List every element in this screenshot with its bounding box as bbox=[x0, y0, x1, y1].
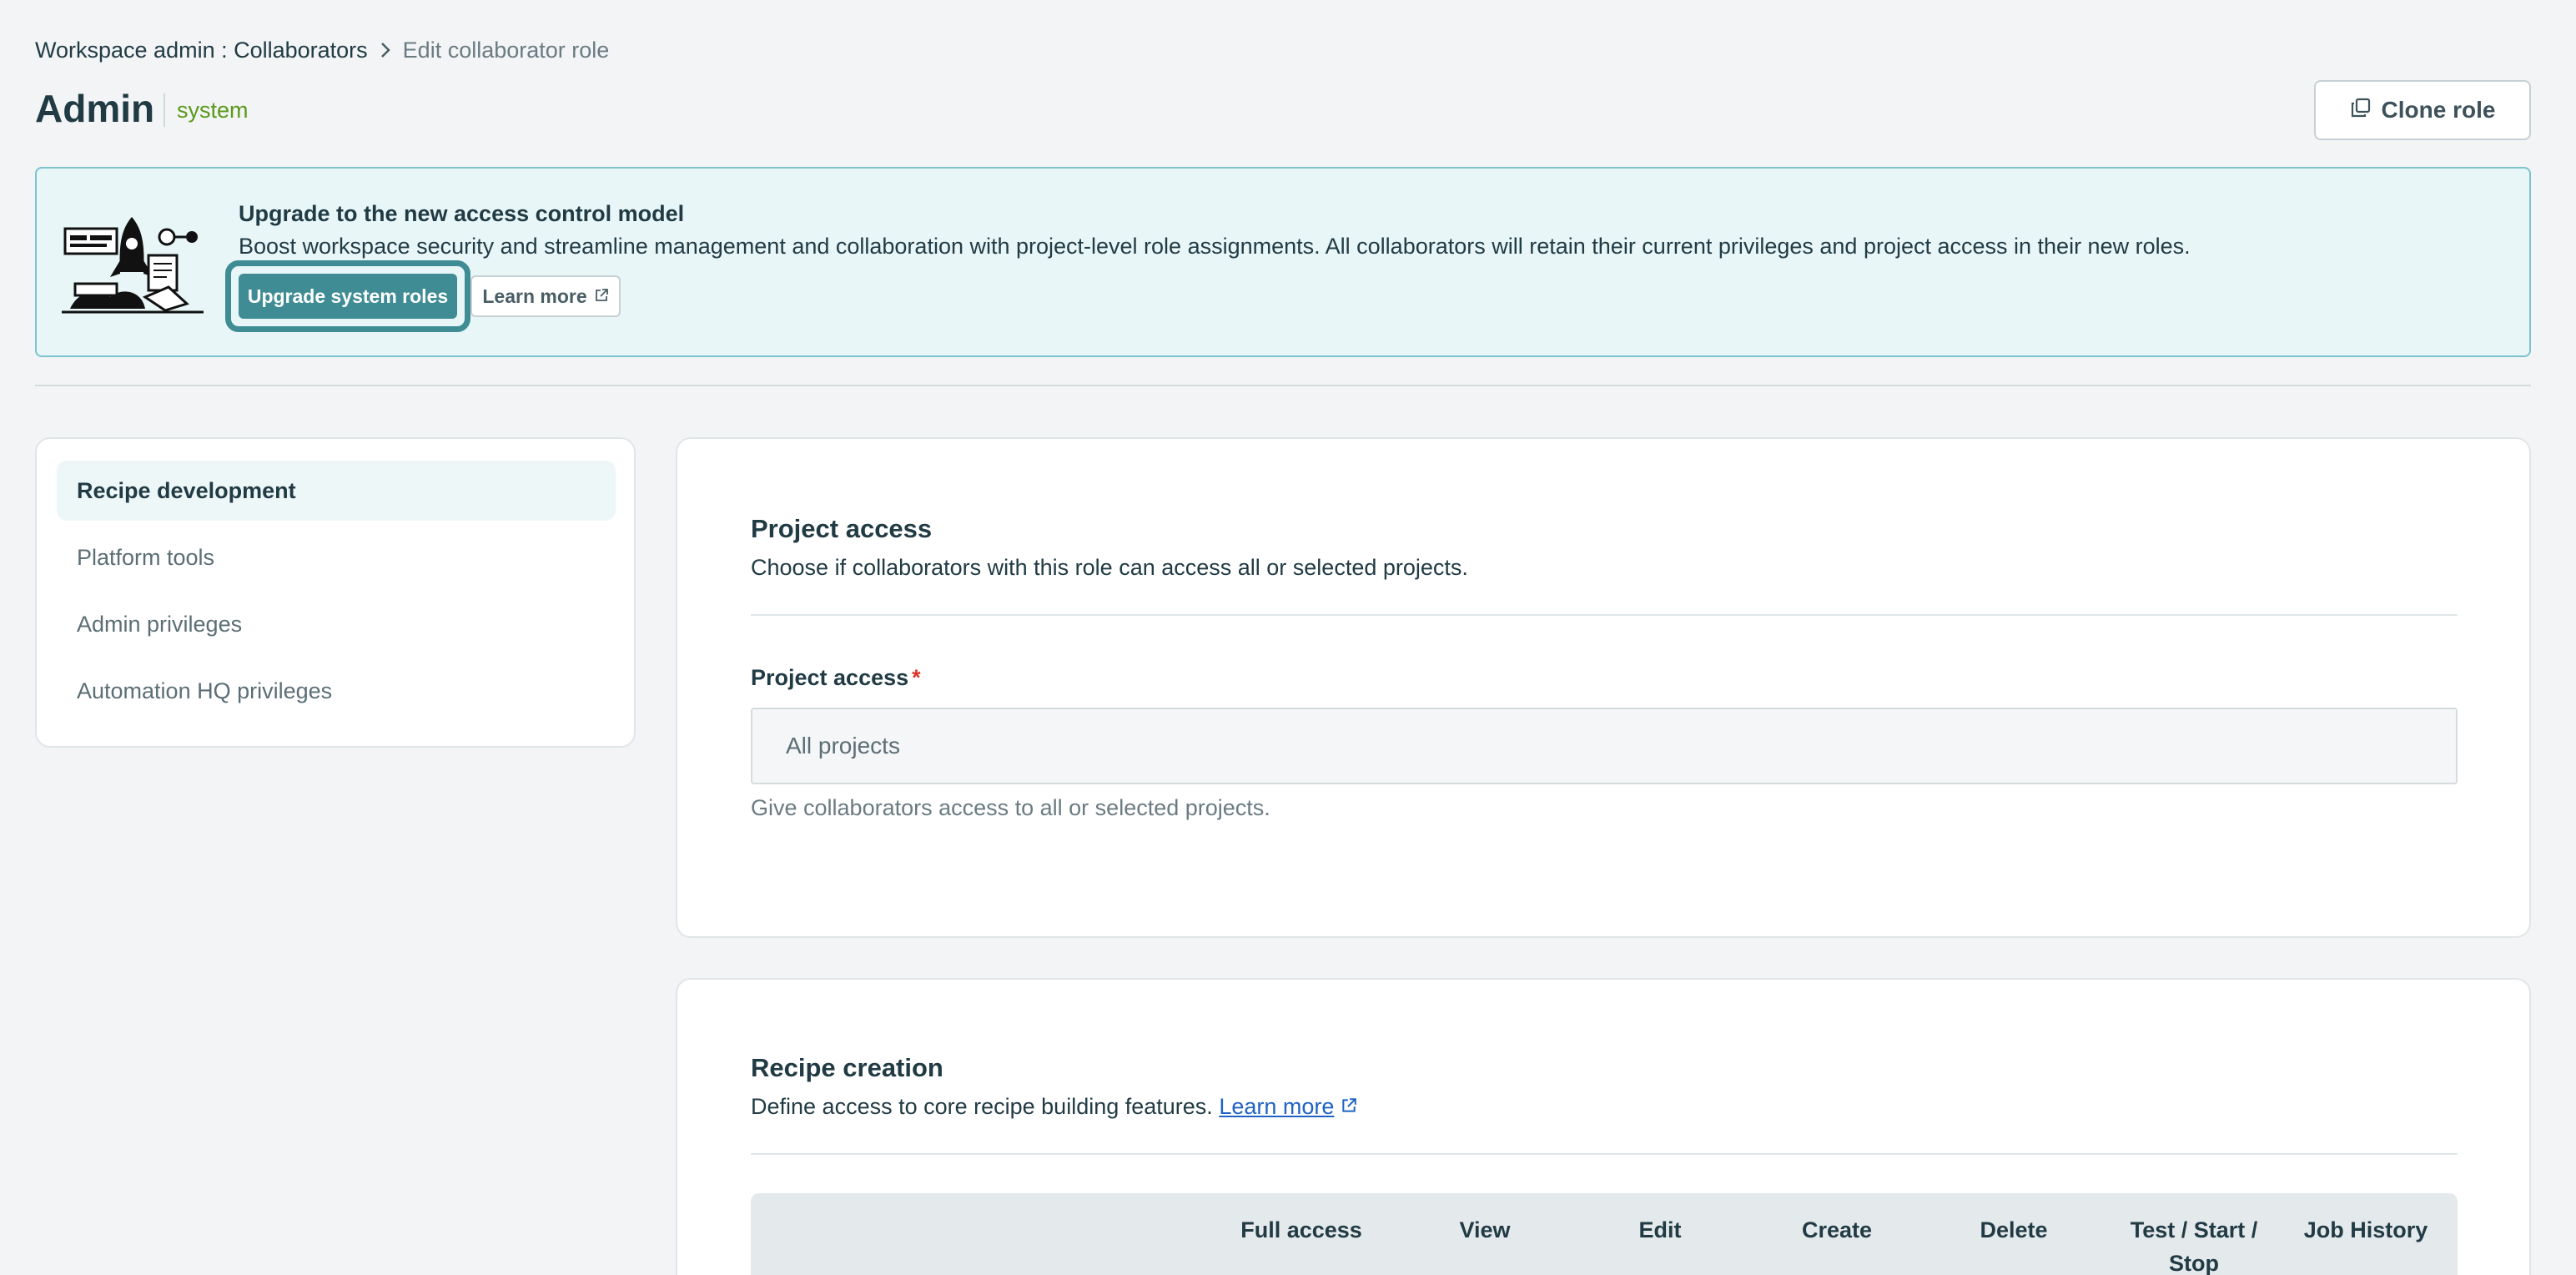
breadcrumb: Workspace admin : Collaborators Edit col… bbox=[35, 35, 609, 65]
column-header-test-start-stop: Test / Start / Stop bbox=[2130, 1217, 2258, 1275]
breadcrumb-current: Edit collaborator role bbox=[402, 37, 610, 63]
banner-learn-more-label: Learn more bbox=[482, 285, 587, 307]
banner-body: Boost workspace security and streamline … bbox=[239, 234, 2191, 259]
sidebar-item-recipe-development[interactable]: Recipe development bbox=[57, 461, 616, 521]
external-link-icon bbox=[594, 285, 609, 308]
banner-learn-more-button[interactable]: Learn more bbox=[470, 275, 621, 317]
clone-role-label: Clone role bbox=[2381, 97, 2496, 123]
recipe-creation-description-text: Define access to core recipe building fe… bbox=[751, 1094, 1213, 1119]
recipe-learn-more-link[interactable]: Learn more bbox=[1219, 1094, 1334, 1119]
recipe-creation-title: Recipe creation bbox=[751, 1053, 943, 1082]
column-header-create: Create bbox=[1801, 1217, 1873, 1242]
banner-title: Upgrade to the new access control model bbox=[239, 201, 685, 226]
chevron-right-icon bbox=[380, 41, 391, 59]
permissions-table-header: Full access View Edit Create Delete Test… bbox=[751, 1193, 2458, 1275]
project-access-field-label: Project access * bbox=[751, 663, 921, 693]
project-access-description: Choose if collaborators with this role c… bbox=[751, 555, 1468, 580]
breadcrumb-parent-link[interactable]: Workspace admin : Collaborators bbox=[35, 38, 368, 63]
page-title: Admin bbox=[35, 87, 155, 130]
project-access-select[interactable]: All projects bbox=[751, 708, 2458, 784]
project-access-card: Project access Choose if collaborators w… bbox=[676, 437, 2531, 938]
column-header-job-history: Job History bbox=[2303, 1217, 2428, 1242]
recipe-creation-card: Recipe creation Define access to core re… bbox=[676, 978, 2531, 1275]
rocket-illustration bbox=[62, 210, 204, 317]
clone-role-button[interactable]: Clone role bbox=[2314, 80, 2531, 140]
sidebar-item-platform-tools[interactable]: Platform tools bbox=[57, 527, 616, 587]
sidebar-item-admin-privileges[interactable]: Admin privileges bbox=[57, 594, 616, 654]
section-divider bbox=[751, 1153, 2458, 1155]
external-link-icon bbox=[1341, 1094, 1357, 1119]
column-header-full-access: Full access bbox=[1240, 1217, 1362, 1242]
page-divider bbox=[35, 385, 2531, 386]
recipe-creation-description: Define access to core recipe building fe… bbox=[751, 1091, 1357, 1121]
column-header-view: View bbox=[1459, 1217, 1511, 1242]
upgrade-banner: Upgrade to the new access control model … bbox=[35, 167, 2531, 357]
title-divider bbox=[164, 93, 165, 127]
section-divider bbox=[751, 614, 2458, 616]
project-access-hint: Give collaborators access to all or sele… bbox=[751, 795, 1270, 820]
column-header-delete: Delete bbox=[1980, 1217, 2048, 1242]
required-marker: * bbox=[912, 665, 921, 690]
sidebar-nav: Recipe development Platform tools Admin … bbox=[35, 437, 636, 748]
system-badge: system bbox=[177, 98, 249, 123]
copy-icon bbox=[2350, 97, 2372, 124]
field-label-text: Project access bbox=[751, 665, 909, 690]
upgrade-system-roles-button[interactable]: Upgrade system roles bbox=[239, 274, 457, 319]
sidebar-item-automation-hq-privileges[interactable]: Automation HQ privileges bbox=[57, 661, 616, 721]
project-access-title: Project access bbox=[751, 514, 933, 543]
column-header-edit: Edit bbox=[1638, 1217, 1682, 1242]
